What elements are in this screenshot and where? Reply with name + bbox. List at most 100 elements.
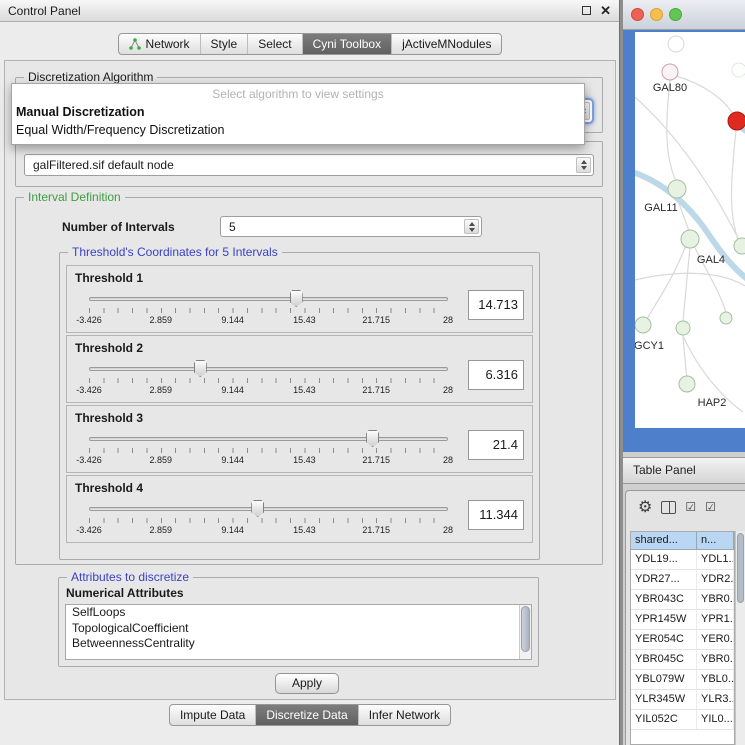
- network-node[interactable]: [720, 312, 732, 324]
- slider-thumb[interactable]: [290, 290, 303, 307]
- cell-name: YLR3...: [697, 690, 734, 709]
- column-header-name[interactable]: n...: [697, 532, 734, 549]
- table-row[interactable]: YPR145W YPR1...: [631, 610, 734, 630]
- network-node[interactable]: [635, 317, 651, 333]
- table-row[interactable]: YBL079W YBL0...: [631, 670, 734, 690]
- network-node[interactable]: [662, 64, 678, 80]
- column-header-shared-name[interactable]: shared...: [631, 532, 697, 549]
- slider-track[interactable]: [89, 437, 448, 441]
- select-none-checkbox-icon[interactable]: ☑: [705, 500, 716, 514]
- threshold-slider[interactable]: -3.426 2.859 9.144 15.43 21.715 28: [89, 287, 448, 333]
- table-scrollbar[interactable]: [735, 531, 745, 745]
- table-body: YDL19... YDL1... YDR27... YDR2... YBR043…: [631, 550, 734, 730]
- tab-cyni-toolbox[interactable]: Cyni Toolbox: [303, 34, 392, 54]
- tick-label: 28: [443, 315, 453, 325]
- network-node[interactable]: [734, 238, 745, 254]
- network-window-titlebar[interactable]: [623, 0, 745, 30]
- tick-label: 9.144: [221, 385, 244, 395]
- columns-icon[interactable]: [661, 501, 676, 514]
- tab-select[interactable]: Select: [248, 34, 302, 54]
- network-icon: [129, 38, 141, 50]
- control-panel-titlebar[interactable]: Control Panel ✕: [0, 0, 619, 22]
- apply-button[interactable]: Apply: [275, 673, 339, 694]
- network-node-label: HAP2: [698, 397, 727, 409]
- table-data-select[interactable]: galFiltered.sif default node: [24, 154, 594, 176]
- threshold-value-input[interactable]: 6.316: [468, 360, 524, 390]
- cell-shared-name: YDL19...: [631, 550, 697, 569]
- table-row[interactable]: YDR27... YDR2...: [631, 570, 734, 590]
- threshold-box: Threshold 2 -3.426 2.859 9.144: [66, 335, 533, 403]
- close-icon[interactable]: ✕: [600, 6, 611, 15]
- close-traffic-icon[interactable]: [631, 8, 644, 21]
- slider-thumb[interactable]: [194, 360, 207, 377]
- scrollbar-thumb[interactable]: [737, 533, 744, 603]
- tick-label: 2.859: [150, 525, 173, 535]
- attribute-list-item[interactable]: TopologicalCoefficient: [66, 621, 531, 637]
- numerical-attributes-label: Numerical Attributes: [66, 586, 184, 600]
- cell-name: YDL1...: [697, 550, 734, 569]
- slider-track[interactable]: [89, 367, 448, 371]
- table-panel-header[interactable]: Table Panel: [623, 457, 745, 484]
- threshold-value-input[interactable]: 14.713: [468, 290, 524, 320]
- attributes-list-items: SelfLoops TopologicalCoefficient Between…: [66, 605, 531, 652]
- scrollbar-thumb[interactable]: [521, 606, 530, 652]
- tab-jactivemnodules[interactable]: jActiveMNodules: [392, 34, 501, 54]
- threshold-value-input[interactable]: 21.4: [468, 430, 524, 460]
- threshold-slider[interactable]: -3.426 2.859 9.144 15.43 21.715 28: [89, 427, 448, 473]
- tab-network[interactable]: Network: [119, 34, 201, 54]
- tick-label: 21.715: [362, 525, 390, 535]
- attribute-list-item[interactable]: BetweennessCentrality: [66, 636, 531, 652]
- minimize-traffic-icon[interactable]: [650, 8, 663, 21]
- attribute-list-item[interactable]: SelfLoops: [66, 605, 531, 621]
- gear-icon[interactable]: ⚙: [638, 497, 652, 517]
- threshold-slider[interactable]: -3.426 2.859 9.144 15.43 21.715 28: [89, 357, 448, 403]
- tab-infer-network[interactable]: Infer Network: [359, 705, 450, 725]
- node-table: shared... n... YDL19... YDL1... YDR27...…: [630, 531, 735, 745]
- tab-label: Infer Network: [369, 708, 440, 722]
- tab-style[interactable]: Style: [201, 34, 249, 54]
- slider-thumb[interactable]: [251, 500, 264, 517]
- tick-label: 28: [443, 385, 453, 395]
- tab-discretize-data[interactable]: Discretize Data: [256, 705, 358, 725]
- stepper-icon: [464, 219, 479, 234]
- network-node[interactable]: [679, 376, 695, 392]
- network-node-label: GAL11: [644, 202, 677, 214]
- table-row[interactable]: YBR045C YBR0...: [631, 650, 734, 670]
- network-node-label: GAL80: [653, 82, 687, 94]
- cell-shared-name: YBL079W: [631, 670, 697, 689]
- network-node[interactable]: [732, 63, 745, 77]
- tick-label: 9.144: [221, 315, 244, 325]
- network-node[interactable]: [676, 321, 690, 335]
- tab-impute-data[interactable]: Impute Data: [170, 705, 256, 725]
- slider-track[interactable]: [89, 507, 448, 511]
- network-canvas[interactable]: GAL80 GAL11 GAL4 GCY1 HAP2: [635, 32, 745, 428]
- cyni-toolbox-panel: Discretization Algorithm Select algorith…: [4, 60, 616, 700]
- table-row[interactable]: YDL19... YDL1...: [631, 550, 734, 570]
- slider-track[interactable]: [89, 297, 448, 301]
- table-row[interactable]: YIL052C YIL0...: [631, 710, 734, 730]
- zoom-traffic-icon[interactable]: [669, 8, 682, 21]
- threshold-value-input[interactable]: 11.344: [468, 500, 524, 530]
- slider-thumb[interactable]: [366, 430, 379, 447]
- table-row[interactable]: YBR043C YBR0...: [631, 590, 734, 610]
- dropdown-option-equal-width-frequency[interactable]: Equal Width/Frequency Discretization: [12, 121, 584, 139]
- network-node[interactable]: [668, 36, 684, 52]
- dropdown-option-manual-discretization[interactable]: Manual Discretization: [12, 103, 584, 121]
- table-row[interactable]: YLR345W YLR3...: [631, 690, 734, 710]
- select-all-checkbox-icon[interactable]: ☑: [685, 500, 696, 514]
- threshold-slider[interactable]: -3.426 2.859 9.144 15.43 21.715 28: [89, 497, 448, 543]
- control-panel-window: Control Panel ✕ Network Style Sel: [0, 0, 620, 745]
- network-node[interactable]: [668, 180, 686, 198]
- attributes-scrollbar[interactable]: [519, 605, 531, 659]
- number-of-intervals-label: Number of Intervals: [62, 220, 175, 234]
- table-row[interactable]: YER054C YER0...: [631, 630, 734, 650]
- network-node-selected[interactable]: [728, 112, 745, 130]
- float-window-icon[interactable]: [582, 6, 591, 15]
- group-title: Threshold's Coordinates for 5 Intervals: [68, 245, 282, 259]
- network-node[interactable]: [681, 230, 699, 248]
- number-of-intervals-select[interactable]: 5: [220, 216, 482, 237]
- thresholds-group: Threshold's Coordinates for 5 Intervals …: [59, 252, 540, 560]
- cell-shared-name: YIL052C: [631, 710, 697, 729]
- cell-shared-name: YLR345W: [631, 690, 697, 709]
- tick-label: 2.859: [150, 315, 173, 325]
